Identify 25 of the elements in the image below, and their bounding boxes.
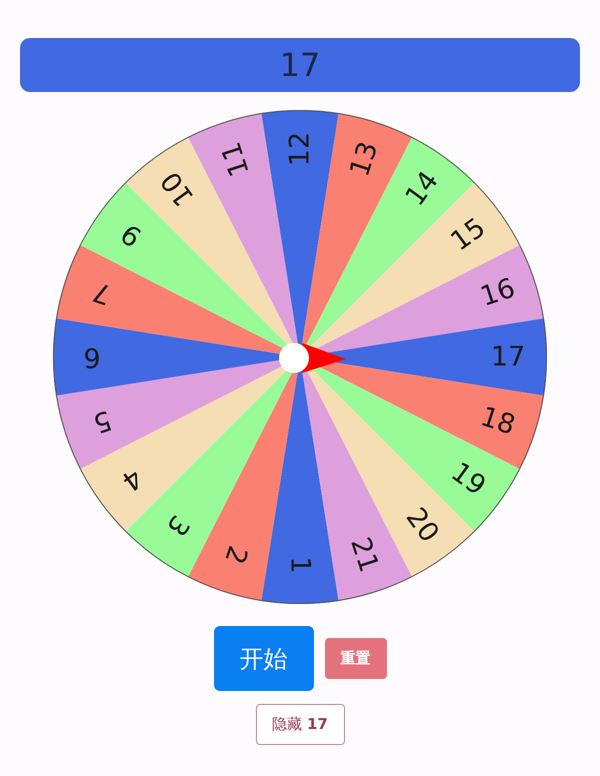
segment-number: 16	[476, 272, 519, 313]
pointer-drawing	[279, 343, 346, 373]
segment-number: 12	[284, 132, 316, 166]
result-display: 17	[20, 38, 580, 92]
segment-number: 7	[89, 275, 116, 310]
segment-number: 20	[400, 502, 445, 548]
hide-button[interactable]: 隐藏 17	[256, 704, 344, 745]
segment-number: 4	[116, 462, 148, 497]
segment-number: 5	[89, 404, 116, 439]
segment-number: 6	[83, 342, 101, 372]
segment-number: 11	[216, 138, 256, 180]
segment-number: 18	[476, 401, 519, 442]
segment-number: 1	[284, 556, 316, 574]
segment-number: 2	[218, 542, 254, 568]
segment-number: 13	[344, 138, 384, 180]
start-button[interactable]: 开始	[214, 626, 314, 691]
segment-number: 10	[155, 166, 200, 212]
segment-number: 14	[400, 166, 445, 212]
segment-number: 15	[445, 212, 492, 258]
segment-number: 3	[160, 509, 196, 542]
segment-number: 17	[490, 342, 526, 372]
segment-number: 19	[445, 456, 492, 502]
segment-number: 21	[344, 534, 384, 576]
reset-button[interactable]: 重置	[324, 638, 386, 679]
segment-number: 9	[116, 217, 148, 252]
